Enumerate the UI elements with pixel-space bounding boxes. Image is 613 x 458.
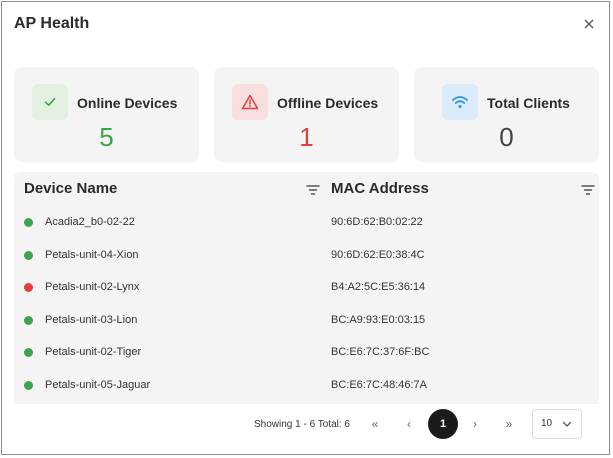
status-dot-offline [24,283,33,292]
pagination-bar: Showing 1 - 6 Total: 6 « ‹ 1 › » 10 [14,404,599,444]
status-dot-online [24,348,33,357]
page-size-value: 10 [541,418,553,429]
table-row[interactable]: Petals-unit-02-Lynx B4:A2:5C:E5:36:14 [14,272,599,304]
check-icon [44,98,56,106]
mac-address-cell: 90:6D:62:B0:02:22 [331,216,423,228]
total-clients-count: 0 [499,122,514,152]
first-page-button[interactable]: « [367,416,383,432]
online-devices-card: Online Devices 5 [14,67,199,162]
online-icon-box [32,84,68,120]
mac-address-cell: B4:A2:5C:E5:36:14 [331,281,426,293]
page-1-button[interactable]: 1 [428,409,458,439]
table-row[interactable]: Acadia2_b0-02-22 90:6D:62:B0:02:22 [14,207,599,239]
table-row[interactable]: Petals-unit-05-Jaguar BC:E6:7C:48:46:7A [14,370,599,402]
column-header-mac-address[interactable]: MAC Address [331,180,429,197]
online-devices-count: 5 [99,122,114,152]
device-name-cell: Petals-unit-04-Xion [45,249,139,261]
wifi-icon [452,96,468,108]
device-name-cell: Petals-unit-02-Lynx [45,281,140,293]
chevron-down-icon [562,421,572,427]
table-row[interactable]: Petals-unit-04-Xion 90:6D:62:E0:38:4C [14,240,599,272]
mac-address-cell: 90:6D:62:E0:38:4C [331,249,425,261]
close-icon [584,19,594,29]
status-dot-online [24,381,33,390]
online-devices-label: Online Devices [77,95,178,111]
previous-page-button[interactable]: ‹ [401,416,417,432]
pagination-summary: Showing 1 - 6 Total: 6 [254,419,350,430]
mac-address-cell: BC:E6:7C:48:46:7A [331,379,428,391]
last-page-button[interactable]: » [501,416,517,432]
mac-address-filter-button[interactable] [581,183,595,195]
filter-icon [306,185,320,195]
filter-icon [581,185,595,195]
mac-address-cell: BC:A9:93:E0:03:15 [331,314,426,326]
close-button[interactable] [580,15,598,33]
status-dot-online [24,218,33,227]
column-header-device-name[interactable]: Device Name [24,180,117,197]
clients-icon-box [442,84,478,120]
total-clients-card: Total Clients 0 [414,67,599,162]
offline-devices-count: 1 [299,122,314,152]
device-name-cell: Petals-unit-02-Tiger [45,346,142,358]
offline-devices-label: Offline Devices [277,95,379,111]
device-name-cell: Acadia2_b0-02-22 [45,216,135,228]
status-dot-online [24,316,33,325]
device-name-cell: Petals-unit-03-Lion [45,314,138,326]
dialog-title: AP Health [14,15,90,32]
status-dot-online [24,251,33,260]
offline-devices-card: Offline Devices 1 [214,67,399,162]
total-clients-label: Total Clients [487,95,570,111]
warning-triangle-icon [241,94,259,110]
table-row[interactable]: Petals-unit-02-Tiger BC:E6:7C:37:6F:BC [14,337,599,369]
device-name-cell: Petals-unit-05-Jaguar [45,379,151,391]
ap-health-dialog: AP Health Online Devices 5 Offline Devic… [1,1,610,455]
page-size-select[interactable]: 10 [532,409,582,439]
offline-icon-box [232,84,268,120]
table-row[interactable]: Petals-unit-03-Lion BC:A9:93:E0:03:15 [14,305,599,337]
device-name-filter-button[interactable] [306,183,320,195]
mac-address-cell: BC:E6:7C:37:6F:BC [331,346,430,358]
next-page-button[interactable]: › [467,416,483,432]
